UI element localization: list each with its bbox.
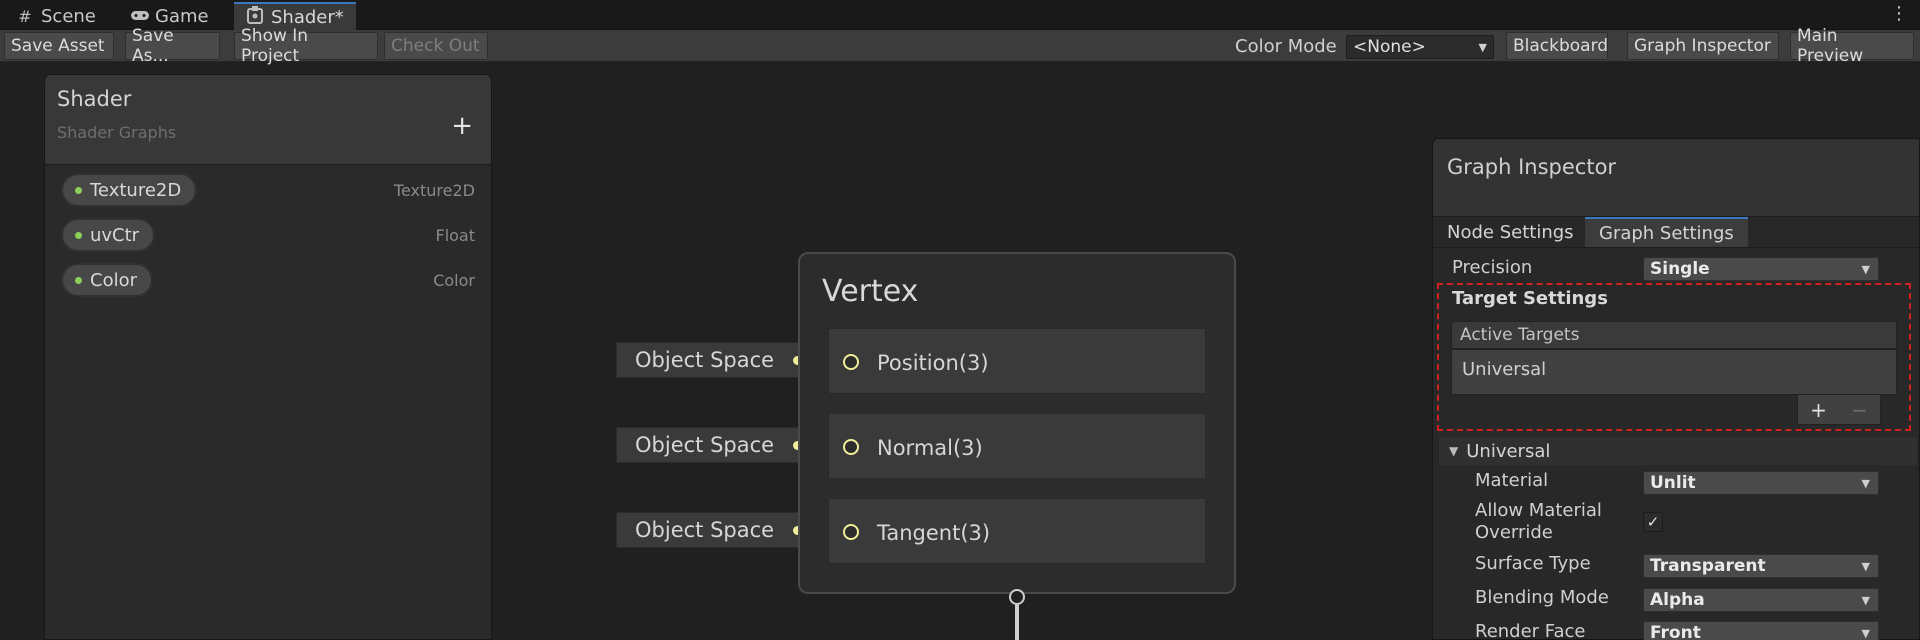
expand-triangle-icon[interactable]: ▼ <box>1449 444 1458 458</box>
flow-connection-wire <box>1015 605 1019 640</box>
property-name: Texture2D <box>90 179 182 201</box>
property-type: Float <box>435 226 475 245</box>
main-preview-toggle-button[interactable]: Main Preview <box>1790 26 1914 66</box>
vertex-slot-normal[interactable]: Normal(3) <box>828 413 1206 479</box>
material-dropdown[interactable]: Unlit ▼ <box>1643 471 1879 495</box>
property-pill[interactable]: Color <box>61 263 153 297</box>
chevron-down-icon: ▼ <box>1861 476 1870 490</box>
active-target-item[interactable]: Universal <box>1462 359 1546 380</box>
property-dot-icon <box>75 186 82 194</box>
add-property-icon[interactable]: + <box>451 113 473 139</box>
blackboard-toggle-button[interactable]: Blackboard <box>1506 32 1608 60</box>
save-asset-button[interactable]: Save Asset <box>4 32 114 60</box>
tab-game-label: Game <box>155 5 209 27</box>
blackboard-title: Shader <box>57 87 132 111</box>
more-options-icon[interactable]: ⋮ <box>1890 3 1908 24</box>
allow-override-checkbox[interactable]: ✓ <box>1643 512 1663 532</box>
remove-target-icon[interactable]: − <box>1851 398 1868 422</box>
property-row[interactable]: Color Color <box>61 263 475 297</box>
slot-label: Tangent(3) <box>877 521 991 545</box>
vertex-slot-position[interactable]: Position(3) <box>828 328 1206 394</box>
active-targets-controls: + − <box>1797 395 1881 425</box>
render-face-value: Front <box>1650 623 1701 640</box>
surface-type-label: Surface Type <box>1475 553 1591 574</box>
object-space-input-chip[interactable]: Object Space <box>616 342 816 378</box>
vertex-slot-tangent[interactable]: Tangent(3) <box>828 498 1206 564</box>
allow-override-label: Allow Material <box>1475 500 1602 521</box>
property-pill[interactable]: uvCtr <box>61 218 156 252</box>
blackboard-subtitle[interactable]: Shader Graphs <box>57 123 176 142</box>
input-port-icon[interactable] <box>843 524 859 540</box>
graph-inspector-title: Graph Inspector <box>1447 155 1617 179</box>
tab-graph-settings[interactable]: Graph Settings <box>1585 217 1748 247</box>
property-row[interactable]: Texture2D Texture2D <box>61 173 475 207</box>
object-space-input-chip[interactable]: Object Space <box>616 427 816 463</box>
vertex-node-title: Vertex <box>822 274 919 309</box>
active-targets-list[interactable]: Universal <box>1451 349 1897 395</box>
slot-label: Normal(3) <box>877 436 983 460</box>
property-type: Texture2D <box>393 181 475 200</box>
tab-shader-label: Shader* <box>271 6 344 28</box>
tab-node-settings[interactable]: Node Settings <box>1433 217 1588 247</box>
shader-icon <box>246 6 264 28</box>
object-space-input-chip[interactable]: Object Space <box>616 512 816 548</box>
precision-dropdown[interactable]: Single ▼ <box>1643 257 1879 281</box>
graph-inspector-toggle-button[interactable]: Graph Inspector <box>1627 32 1779 60</box>
flow-port-icon[interactable] <box>1009 589 1025 605</box>
gamepad-icon <box>130 7 149 26</box>
property-dot-icon <box>75 276 82 284</box>
material-label: Material <box>1475 470 1549 491</box>
allow-override-label-line2: Override <box>1475 522 1553 543</box>
slot-label: Position(3) <box>877 351 989 375</box>
chevron-down-icon: ▼ <box>1861 559 1870 573</box>
blackboard-header: Shader Shader Graphs + <box>45 75 491 165</box>
blending-mode-dropdown[interactable]: Alpha ▼ <box>1643 588 1879 612</box>
hash-icon: # <box>18 6 32 26</box>
surface-type-dropdown[interactable]: Transparent ▼ <box>1643 554 1879 578</box>
render-face-label: Render Face <box>1475 621 1586 640</box>
precision-value: Single <box>1650 259 1710 279</box>
chevron-down-icon: ▼ <box>1861 593 1870 607</box>
vertex-context-node[interactable]: Vertex Position(3) Normal(3) Tangent(3) <box>798 252 1236 594</box>
property-name: uvCtr <box>90 224 140 246</box>
property-name: Color <box>90 269 137 291</box>
color-mode-label: Color Mode <box>1235 36 1337 57</box>
shader-toolbar: Save Asset Save As... Show In Project Ch… <box>0 26 1920 66</box>
property-type: Color <box>433 271 475 290</box>
color-mode-value: <None> <box>1353 37 1426 57</box>
precision-label: Precision <box>1452 257 1533 278</box>
property-dot-icon <box>75 231 82 239</box>
check-out-button[interactable]: Check Out <box>384 32 488 60</box>
chevron-down-icon: ▼ <box>1478 40 1487 54</box>
surface-type-value: Transparent <box>1650 556 1766 576</box>
tab-divider <box>1433 247 1919 248</box>
property-pill[interactable]: Texture2D <box>61 173 198 207</box>
render-face-dropdown[interactable]: Front ▼ <box>1643 621 1879 640</box>
checkmark-icon: ✓ <box>1646 513 1660 531</box>
graph-inspector-header: Graph Inspector <box>1433 139 1919 217</box>
input-port-icon[interactable] <box>843 354 859 370</box>
tab-scene-label: Scene <box>41 5 96 27</box>
universal-section-header[interactable]: ▼ Universal <box>1439 437 1917 465</box>
universal-section-label: Universal <box>1466 440 1551 462</box>
input-port-icon[interactable] <box>843 439 859 455</box>
blending-mode-label: Blending Mode <box>1475 587 1609 608</box>
add-target-icon[interactable]: + <box>1810 398 1827 422</box>
show-in-project-button[interactable]: Show In Project <box>234 26 378 66</box>
material-value: Unlit <box>1650 473 1696 493</box>
save-as-button[interactable]: Save As... <box>125 26 220 66</box>
target-settings-heading: Target Settings <box>1452 288 1608 309</box>
blackboard-panel: Shader Shader Graphs + Texture2D Texture… <box>44 74 492 640</box>
property-row[interactable]: uvCtr Float <box>61 218 475 252</box>
tab-scene[interactable]: # Scene <box>4 2 108 30</box>
graph-inspector-panel: Graph Inspector Node Settings Graph Sett… <box>1432 138 1920 640</box>
color-mode-select[interactable]: <None> ▼ <box>1346 35 1494 59</box>
blending-mode-value: Alpha <box>1650 590 1705 610</box>
chevron-down-icon: ▼ <box>1861 262 1870 276</box>
chevron-down-icon: ▼ <box>1861 626 1870 640</box>
active-targets-header: Active Targets <box>1451 321 1897 349</box>
